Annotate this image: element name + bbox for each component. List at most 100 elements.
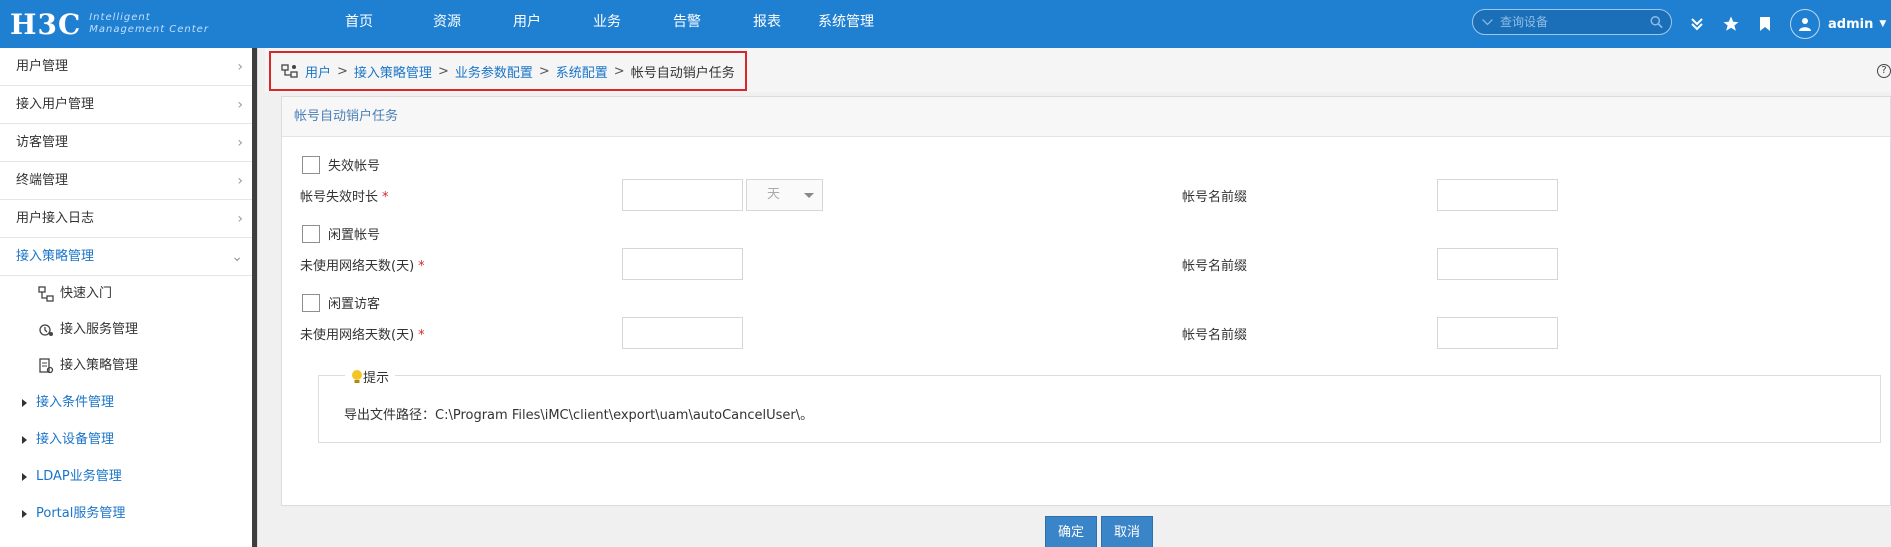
device-search bbox=[1472, 9, 1672, 35]
idle-guest-row: 闲置访客 bbox=[302, 293, 380, 312]
breadcrumb-separator: > bbox=[613, 63, 625, 79]
star-icon[interactable] bbox=[1714, 0, 1748, 48]
breadcrumb-bar: 用户 > 接入策略管理 > 业务参数配置 > 系统配置 > 帐号自动销户任务 ? bbox=[265, 48, 1891, 92]
sidebar-item-access-log[interactable]: 用户接入日志 › bbox=[0, 200, 257, 238]
idle-prefix-label: 帐号名前缀 bbox=[1182, 259, 1248, 274]
sidebar-tree-access-device[interactable]: 接入设备管理 bbox=[0, 421, 257, 458]
guest-idle-days-label: 未使用网络天数(天) * bbox=[300, 324, 425, 343]
sidebar-tree-label: Portal服务管理 bbox=[36, 506, 126, 521]
auto-cancel-panel: 帐号自动销户任务 失效帐号 帐号失效时长 * 天 帐号名前缀 闲置帐号 未使用网络… bbox=[281, 96, 1891, 506]
guest-idle-days-text: 未使用网络天数(天) bbox=[300, 328, 415, 343]
expire-duration-text: 帐号失效时长 bbox=[300, 190, 379, 205]
access-service-icon bbox=[39, 324, 53, 336]
user-menu[interactable]: admin ▼ bbox=[1790, 9, 1886, 39]
chevron-right-icon: › bbox=[237, 135, 243, 151]
tip-title: 提示 bbox=[363, 371, 390, 386]
sidebar-item-label: 用户接入日志 bbox=[16, 211, 95, 226]
breadcrumb-link-system-config[interactable]: 系统配置 bbox=[556, 62, 608, 81]
main-content: 用户 > 接入策略管理 > 业务参数配置 > 系统配置 > 帐号自动销户任务 ?… bbox=[265, 48, 1891, 547]
panel-title: 帐号自动销户任务 bbox=[282, 97, 1890, 137]
breadcrumb-link-service-params[interactable]: 业务参数配置 bbox=[455, 62, 533, 81]
expire-unit-select[interactable]: 天 bbox=[746, 179, 823, 211]
chevron-right-icon: › bbox=[237, 173, 243, 189]
main-nav: 首页 资源 用户 业务 告警 报表 系统管理 bbox=[320, 0, 886, 48]
sidebar-item-access-policy-management[interactable]: 接入策略管理 ⌄ bbox=[0, 238, 257, 276]
nav-service[interactable]: 业务 bbox=[578, 0, 636, 48]
nav-alarm[interactable]: 告警 bbox=[658, 0, 716, 48]
breadcrumb-separator: > bbox=[538, 63, 550, 79]
guest-prefix-label: 帐号名前缀 bbox=[1182, 328, 1248, 343]
sidebar-item-access-user-management[interactable]: 接入用户管理 › bbox=[0, 86, 257, 124]
expire-duration-input[interactable] bbox=[622, 179, 743, 211]
expired-prefix-input[interactable] bbox=[1437, 179, 1558, 211]
sidebar-item-label: 接入用户管理 bbox=[16, 97, 95, 112]
nav-home[interactable]: 首页 bbox=[332, 0, 386, 48]
required-mark: * bbox=[418, 259, 425, 274]
tip-legend: 提示 bbox=[345, 367, 396, 386]
breadcrumb-link-user[interactable]: 用户 bbox=[305, 62, 331, 81]
expire-duration-label: 帐号失效时长 * bbox=[300, 186, 389, 205]
guest-idle-days-input[interactable] bbox=[622, 317, 743, 349]
sidebar-item-guest-management[interactable]: 访客管理 › bbox=[0, 124, 257, 162]
idle-days-text: 未使用网络天数(天) bbox=[300, 259, 415, 274]
nav-system[interactable]: 系统管理 bbox=[806, 0, 886, 48]
search-scope-icon[interactable] bbox=[1481, 16, 1494, 28]
idle-guest-checkbox[interactable] bbox=[302, 293, 320, 312]
sidebar-tree-label: LDAP业务管理 bbox=[36, 469, 122, 484]
chevron-right-icon: › bbox=[237, 97, 243, 113]
expand-triangle-icon bbox=[22, 472, 27, 481]
expand-triangle-icon bbox=[22, 509, 27, 518]
idle-account-checkbox[interactable] bbox=[302, 224, 320, 243]
sidebar-sub-access-policy[interactable]: 接入策略管理 bbox=[0, 348, 257, 384]
sidebar-tree-portal[interactable]: Portal服务管理 bbox=[0, 495, 257, 532]
breadcrumb-link-access-policy[interactable]: 接入策略管理 bbox=[354, 62, 432, 81]
expired-account-label: 失效帐号 bbox=[328, 159, 381, 174]
idle-days-input[interactable] bbox=[622, 248, 743, 280]
ok-button[interactable]: 确定 bbox=[1045, 516, 1097, 547]
sidebar-item-label: 用户管理 bbox=[16, 59, 69, 74]
sidebar-sub-quick-start[interactable]: 快速入门 bbox=[0, 276, 257, 312]
chevron-down-icon: ▼ bbox=[1879, 19, 1887, 29]
sidebar-item-terminal-management[interactable]: 终端管理 › bbox=[0, 162, 257, 200]
avatar-icon bbox=[1790, 9, 1820, 39]
chevron-right-icon: › bbox=[237, 211, 243, 227]
logo-subtitle: Intelligent Management Center bbox=[89, 12, 209, 36]
cancel-button[interactable]: 取消 bbox=[1101, 516, 1153, 547]
bookmark-icon[interactable] bbox=[1748, 0, 1782, 48]
idle-account-row: 闲置帐号 bbox=[302, 224, 380, 243]
search-input[interactable] bbox=[1500, 15, 1650, 29]
sidebar-tree-ldap[interactable]: LDAP业务管理 bbox=[0, 458, 257, 495]
h3c-logo[interactable]: H3C Intelligent Management Center bbox=[10, 6, 209, 42]
expired-account-row: 失效帐号 bbox=[302, 155, 380, 174]
sidebar-item-label: 终端管理 bbox=[16, 173, 69, 188]
sidebar-scrollbar[interactable] bbox=[252, 48, 257, 547]
access-policy-icon bbox=[39, 358, 54, 374]
idle-prefix-input[interactable] bbox=[1437, 248, 1558, 280]
nav-report[interactable]: 报表 bbox=[738, 0, 796, 48]
sidebar-sub-access-service[interactable]: 接入服务管理 bbox=[0, 312, 257, 348]
sidebar-sub-label: 接入策略管理 bbox=[60, 358, 139, 373]
breadcrumb-current: 帐号自动销户任务 bbox=[630, 65, 735, 81]
guest-prefix-input[interactable] bbox=[1437, 317, 1558, 349]
help-icon[interactable]: ? bbox=[1877, 64, 1891, 78]
expand-more-icon[interactable] bbox=[1680, 0, 1714, 48]
breadcrumb-separator: > bbox=[337, 63, 348, 79]
expired-account-checkbox[interactable] bbox=[302, 155, 320, 174]
sidebar-tree-label: 接入设备管理 bbox=[36, 432, 115, 447]
logo-subtitle-line1: Intelligent bbox=[89, 12, 151, 23]
sidebar-item-user-management[interactable]: 用户管理 › bbox=[0, 48, 257, 86]
sidebar-item-label: 访客管理 bbox=[16, 135, 69, 150]
idle-days-label: 未使用网络天数(天) * bbox=[300, 255, 425, 274]
sidebar-sub-label: 接入服务管理 bbox=[60, 322, 139, 337]
chevron-down-icon: ⌄ bbox=[231, 249, 243, 265]
idle-guest-label: 闲置访客 bbox=[328, 297, 381, 312]
sidebar-tree-access-condition[interactable]: 接入条件管理 bbox=[0, 384, 257, 421]
search-icon[interactable] bbox=[1650, 14, 1663, 30]
nav-user[interactable]: 用户 bbox=[498, 0, 556, 48]
expire-unit-value: 天 bbox=[767, 187, 781, 202]
tip-text: 导出文件路径：C:\Program Files\iMC\client\expor… bbox=[344, 408, 814, 423]
nav-resource[interactable]: 资源 bbox=[418, 0, 476, 48]
quick-start-icon bbox=[38, 286, 54, 302]
top-bar: H3C Intelligent Management Center 首页 资源 … bbox=[0, 0, 1891, 48]
tip-box: 提示 导出文件路径：C:\Program Files\iMC\client\ex… bbox=[318, 367, 1881, 443]
